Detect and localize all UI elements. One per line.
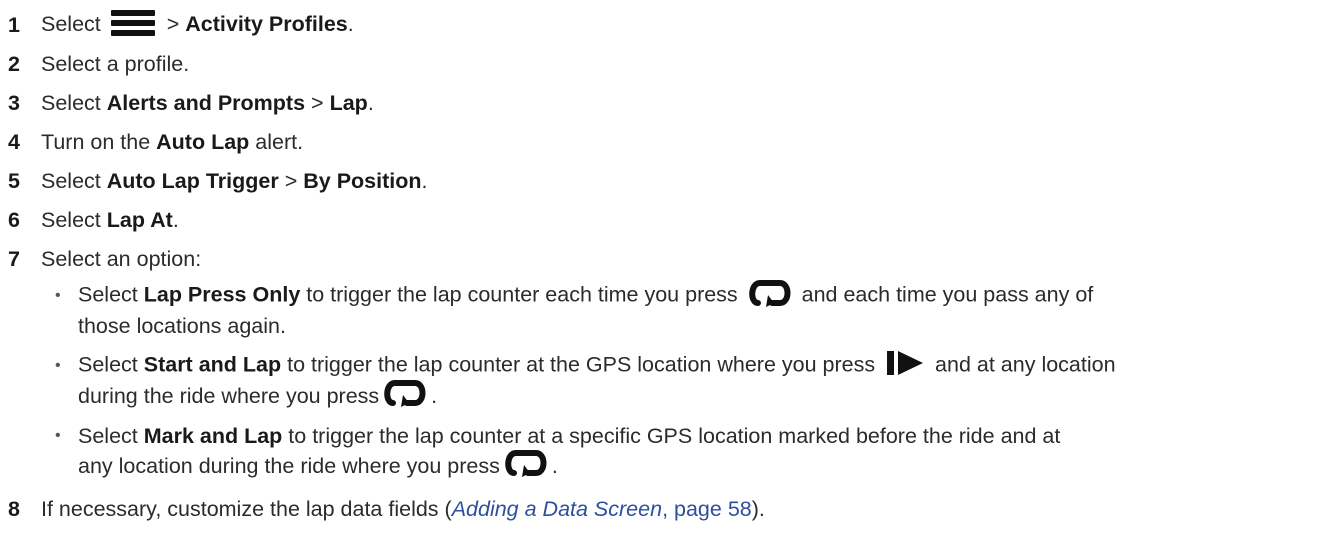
menu-option: Activity Profiles: [185, 11, 348, 36]
step-number: 5: [8, 168, 20, 193]
lap-loop-icon: [748, 280, 791, 307]
step-number: 3: [8, 90, 20, 115]
step-number: 4: [8, 129, 20, 154]
step-number: 7: [8, 246, 20, 271]
step-number: 2: [8, 51, 20, 76]
bullet: •: [55, 357, 61, 374]
lap-loop-icon: [384, 380, 426, 407]
step-number: 1: [8, 12, 20, 37]
start-play-icon: [887, 351, 924, 375]
step-number: 6: [8, 207, 20, 232]
cross-reference-link[interactable]: Adding a Data Screen, page 58: [452, 497, 752, 521]
lap-loop-icon: [505, 450, 547, 477]
bullet: •: [55, 427, 61, 444]
bullet: •: [55, 287, 61, 304]
menu-icon: [110, 10, 155, 37]
step-number: 8: [8, 496, 20, 521]
